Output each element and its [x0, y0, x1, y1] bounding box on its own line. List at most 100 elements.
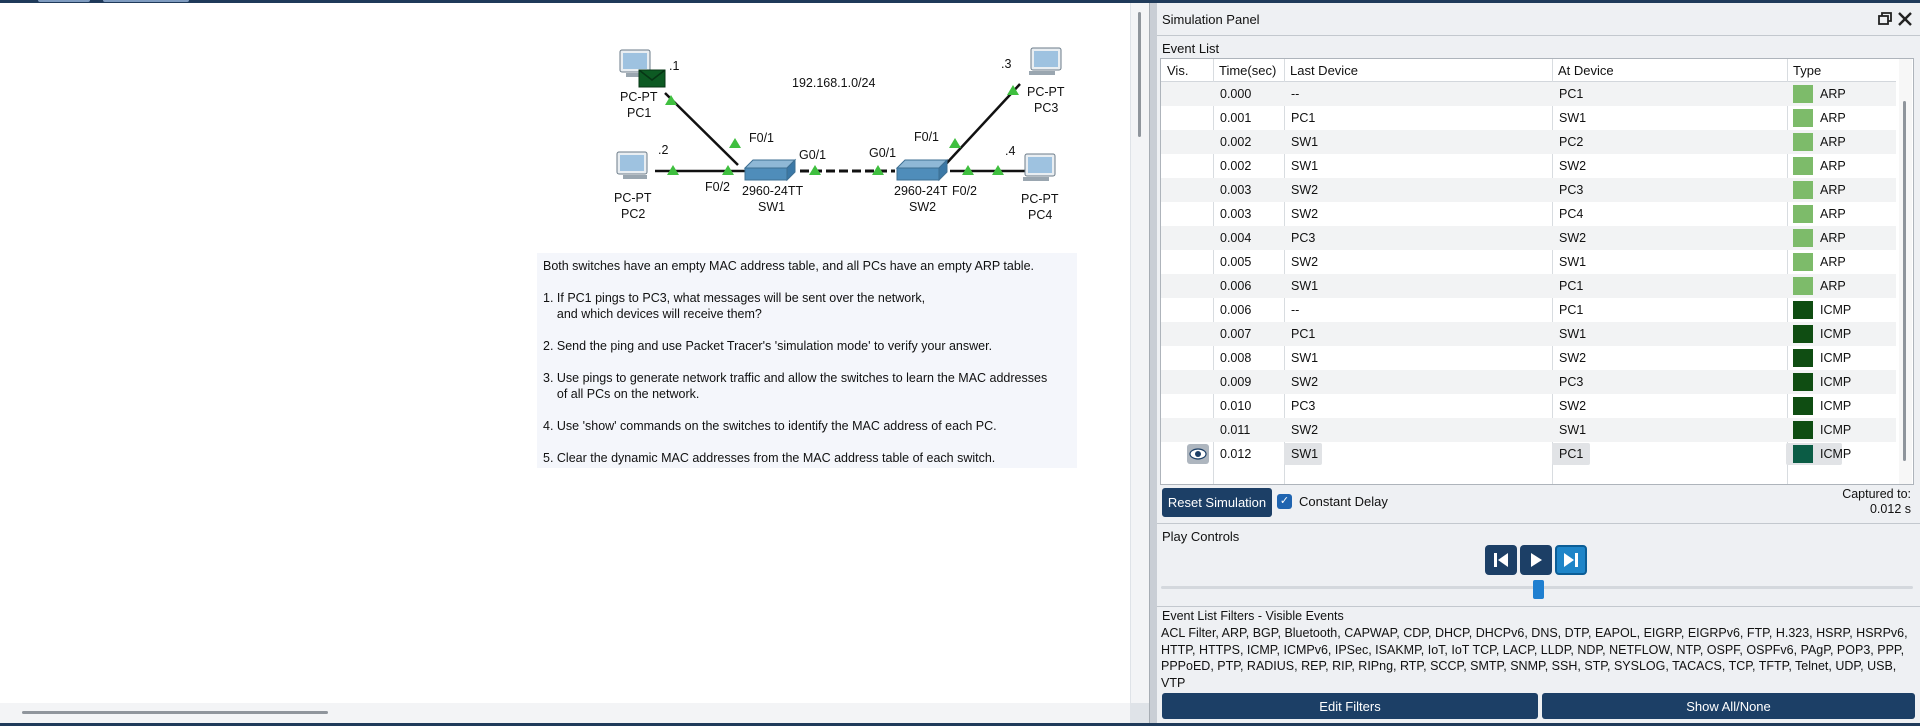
event-time: 0.002 [1220, 159, 1252, 173]
play-button[interactable] [1520, 545, 1552, 575]
event-list-scroll-thumb[interactable] [1903, 101, 1906, 461]
column-vis[interactable]: Vis. [1167, 63, 1188, 78]
event-at-device: SW1 [1559, 327, 1587, 341]
event-time: 0.006 [1220, 303, 1252, 317]
constant-delay-checkbox[interactable]: ✓ [1277, 494, 1292, 509]
event-color-swatch[interactable] [1793, 205, 1813, 223]
instructions-q1-line1: 1. If PC1 pings to PC3, what messages wi… [543, 291, 926, 305]
sw2-model: 2960-24T [894, 184, 948, 198]
pc4-name: PC4 [1028, 208, 1052, 222]
event-row[interactable]: 0.008 SW1 SW2 ICMP [1161, 346, 1896, 370]
event-color-swatch[interactable] [1793, 325, 1813, 343]
event-time: 0.001 [1220, 111, 1252, 125]
event-type: ICMP [1820, 303, 1852, 317]
event-at-device: SW1 [1559, 255, 1587, 269]
event-color-swatch[interactable] [1793, 373, 1813, 391]
event-color-swatch[interactable] [1793, 421, 1813, 439]
event-time: 0.012 [1220, 447, 1252, 461]
step-forward-icon [1564, 553, 1578, 567]
event-row[interactable]: 0.011 SW2 SW1 ICMP [1161, 418, 1896, 442]
instructions-intro: Both switches have an empty MAC address … [543, 259, 1035, 273]
pc2-name: PC2 [621, 207, 645, 221]
event-at-device: SW2 [1559, 399, 1587, 413]
event-color-swatch[interactable] [1793, 301, 1813, 319]
back-button[interactable] [1485, 545, 1517, 575]
event-row[interactable]: 0.007 PC1 SW1 ICMP [1161, 322, 1896, 346]
reset-simulation-button[interactable]: Reset Simulation [1162, 488, 1272, 517]
event-last-device: PC3 [1291, 399, 1316, 413]
event-color-swatch[interactable] [1793, 253, 1813, 271]
event-color-swatch[interactable] [1793, 397, 1813, 415]
event-type: ARP [1820, 207, 1846, 221]
workspace-vertical-scroll-thumb[interactable] [1138, 12, 1141, 137]
workspace-horizontal-scroll-thumb[interactable] [22, 711, 328, 714]
event-color-swatch[interactable] [1793, 349, 1813, 367]
event-row[interactable]: 0.001 PC1 SW1 ARP [1161, 106, 1896, 130]
event-color-swatch[interactable] [1793, 229, 1813, 247]
event-list-scrollbar[interactable] [1899, 59, 1912, 484]
edit-filters-button[interactable]: Edit Filters [1162, 693, 1538, 719]
event-type: ARP [1820, 159, 1846, 173]
event-type: ARP [1820, 255, 1846, 269]
sw2-name: SW2 [909, 200, 936, 214]
event-row[interactable]: 0.000 -- PC1 ARP [1161, 82, 1896, 106]
event-color-swatch[interactable] [1793, 157, 1813, 175]
event-color-swatch[interactable] [1793, 109, 1813, 127]
eye-icon[interactable] [1187, 444, 1209, 464]
event-color-swatch[interactable] [1793, 445, 1813, 463]
event-row[interactable]: 0.004 PC3 SW2 ARP [1161, 226, 1896, 250]
event-color-swatch[interactable] [1793, 277, 1813, 295]
play-speed-slider-thumb[interactable] [1533, 580, 1544, 599]
event-row[interactable]: 0.002 SW1 SW2 ARP [1161, 154, 1896, 178]
sw1-port-g01: G0/1 [799, 148, 826, 162]
event-type: ARP [1820, 111, 1846, 125]
event-row[interactable]: 0.006 -- PC1 ICMP [1161, 298, 1896, 322]
event-row[interactable]: 0.003 SW2 PC4 ARP [1161, 202, 1896, 226]
pc2-ip: .2 [658, 143, 668, 157]
sw2-port-f02: F0/2 [952, 184, 977, 198]
event-row[interactable]: 0.012 SW1 PC1 ICMP [1161, 442, 1896, 466]
event-row[interactable]: 0.003 SW2 PC3 ARP [1161, 178, 1896, 202]
event-time: 0.010 [1220, 399, 1252, 413]
column-at-device[interactable]: At Device [1558, 63, 1614, 78]
event-at-device: SW2 [1559, 351, 1587, 365]
show-all-none-button[interactable]: Show All/None [1542, 693, 1915, 719]
top-tab-1[interactable] [38, 0, 90, 2]
panel-title: Simulation Panel [1162, 12, 1260, 27]
pc1-name: PC1 [627, 106, 651, 120]
event-last-device: SW2 [1291, 183, 1319, 197]
envelope-icon [638, 69, 666, 88]
sw2-port-f01: F0/1 [914, 130, 939, 144]
sw1-icon [743, 158, 797, 182]
event-last-device: SW1 [1291, 279, 1319, 293]
restore-window-icon[interactable] [1876, 10, 1894, 28]
simulation-panel: Simulation Panel Event List Vis. Time(se… [1157, 3, 1920, 723]
filters-title: Event List Filters - Visible Events [1162, 609, 1344, 623]
event-type: ICMP [1820, 447, 1852, 461]
event-color-swatch[interactable] [1793, 85, 1813, 103]
sw1-model: 2960-24TT [742, 184, 804, 198]
event-row[interactable]: 0.009 SW2 PC3 ICMP [1161, 370, 1896, 394]
event-at-device: PC1 [1559, 303, 1584, 317]
event-last-device: SW2 [1291, 375, 1319, 389]
sw1-port-f01: F0/1 [749, 131, 774, 145]
top-tab-2[interactable] [103, 0, 189, 2]
column-time[interactable]: Time(sec) [1219, 63, 1276, 78]
event-color-swatch[interactable] [1793, 133, 1813, 151]
event-row[interactable]: 0.010 PC3 SW2 ICMP [1161, 394, 1896, 418]
sw1-name: SW1 [758, 200, 785, 214]
capture-forward-button[interactable] [1555, 545, 1587, 575]
event-at-device: SW1 [1559, 111, 1587, 125]
network-label: 192.168.1.0/24 [792, 76, 875, 90]
event-at-device: SW1 [1559, 423, 1587, 437]
event-row[interactable]: 0.006 SW1 PC1 ARP [1161, 274, 1896, 298]
column-type[interactable]: Type [1793, 63, 1821, 78]
column-last-device[interactable]: Last Device [1290, 63, 1358, 78]
close-icon[interactable] [1896, 10, 1914, 28]
event-row[interactable]: 0.002 SW1 PC2 ARP [1161, 130, 1896, 154]
event-time: 0.007 [1220, 327, 1252, 341]
event-color-swatch[interactable] [1793, 181, 1813, 199]
panel-splitter[interactable] [1149, 3, 1157, 723]
event-row[interactable]: 0.005 SW2 SW1 ARP [1161, 250, 1896, 274]
event-time: 0.009 [1220, 375, 1252, 389]
